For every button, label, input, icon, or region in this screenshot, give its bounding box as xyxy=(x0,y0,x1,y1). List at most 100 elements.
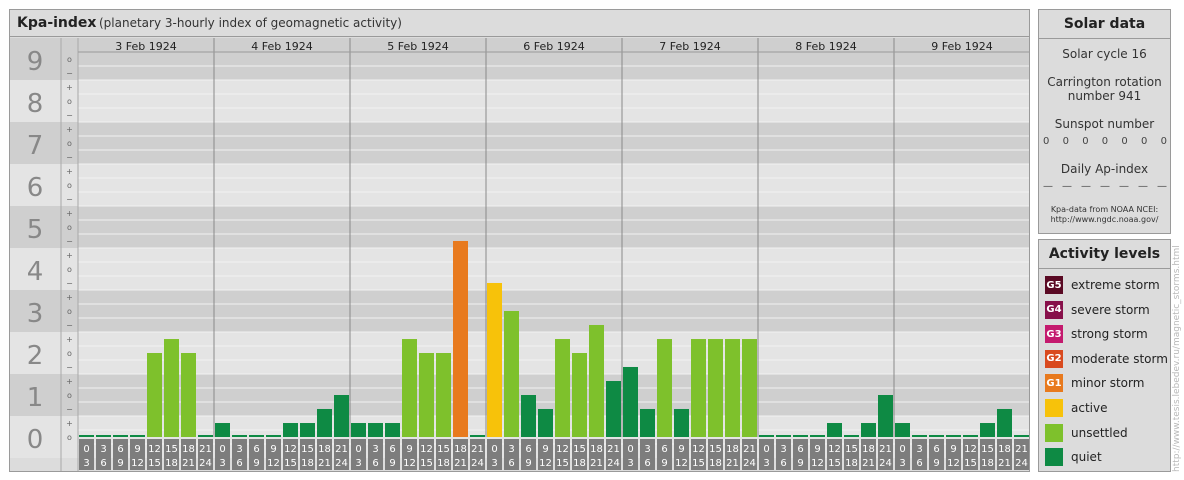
x-tick-label-start: 0 xyxy=(899,444,905,455)
x-tick-label-start: 6 xyxy=(933,444,939,455)
y-minor-label: − xyxy=(66,405,73,414)
activity-level-item: unsettled xyxy=(1045,423,1128,442)
sunspot-value: 0 xyxy=(1101,136,1109,147)
sunspot-value: 0 xyxy=(1082,136,1089,147)
chart-title: Kpa-index xyxy=(17,15,97,31)
kpa-bar xyxy=(555,339,570,437)
x-tick-label-start: 15 xyxy=(573,444,586,455)
y-minor-label: + xyxy=(66,209,73,218)
activity-level-item: quiet xyxy=(1045,448,1102,467)
kpa-bar xyxy=(402,339,417,437)
activity-level-label: unsettled xyxy=(1071,425,1128,440)
kpa-bar xyxy=(266,435,281,437)
kpa-bar xyxy=(963,435,978,437)
y-tick-label-9: 9 xyxy=(27,47,44,77)
y-tick-label-2: 2 xyxy=(27,341,44,371)
activity-level-item: G2 moderate storm xyxy=(1045,349,1168,368)
kpa-bar xyxy=(334,395,349,437)
y-minor-label: + xyxy=(66,377,73,386)
activity-level-swatch xyxy=(1045,399,1063,417)
y-minor-label: − xyxy=(66,279,73,288)
y-minor-label: − xyxy=(66,111,73,120)
x-tick-label-start: 18 xyxy=(454,444,467,455)
day-label: 4 Feb 1924 xyxy=(251,40,312,53)
kpa-bar xyxy=(844,435,859,437)
x-tick-label-end: 3 xyxy=(219,458,225,469)
x-tick-label-end: 21 xyxy=(726,458,739,469)
x-tick-label-start: 0 xyxy=(627,444,633,455)
y-minor-label: + xyxy=(66,125,73,134)
y-minor-label: − xyxy=(66,363,73,372)
x-tick-label-end: 24 xyxy=(335,458,348,469)
x-tick-label-end: 6 xyxy=(236,458,242,469)
kpa-bar xyxy=(521,395,536,437)
day-label: 7 Feb 1924 xyxy=(659,40,720,53)
kpa-bar xyxy=(1014,435,1029,437)
x-tick-label-end: 24 xyxy=(199,458,212,469)
x-tick-label-end: 18 xyxy=(981,458,994,469)
y-minor-label: o xyxy=(67,433,72,442)
chart-title-bar: Kpa-index (planetary 3-hourly index of g… xyxy=(10,10,1029,37)
x-tick-label-start: 6 xyxy=(117,444,123,455)
x-tick-label-start: 3 xyxy=(916,444,922,455)
activity-level-swatch xyxy=(1045,448,1063,467)
y-minor-label: o xyxy=(67,139,72,148)
x-tick-label-end: 21 xyxy=(182,458,195,469)
x-tick-label-end: 21 xyxy=(590,458,603,469)
band-1 xyxy=(10,374,1029,416)
solar-data-panel: Solar data Solar cycle 16 Carrington rot… xyxy=(1038,9,1171,234)
x-tick-label-start: 15 xyxy=(845,444,858,455)
x-tick-label-start: 15 xyxy=(301,444,314,455)
x-tick-label-end: 15 xyxy=(964,458,977,469)
x-tick-label-end: 3 xyxy=(763,458,769,469)
kpa-bar xyxy=(895,423,910,437)
x-tick-label-end: 6 xyxy=(644,458,650,469)
x-tick-label-start: 21 xyxy=(471,444,484,455)
kpa-bar xyxy=(623,366,638,437)
activity-level-label: extreme storm xyxy=(1071,278,1160,292)
y-minor-label: + xyxy=(66,251,73,260)
activity-level-swatch: G4 xyxy=(1045,300,1063,319)
sunspot-value: 0 xyxy=(1043,136,1050,147)
ap-index-value: — xyxy=(1043,181,1053,192)
kpa-bar xyxy=(912,435,927,437)
x-tick-label-start: 0 xyxy=(491,444,497,455)
ap-index-value: — xyxy=(1081,181,1091,192)
x-tick-label-start: 18 xyxy=(998,444,1011,455)
x-tick-label-start: 15 xyxy=(165,444,178,455)
x-tick-label-end: 3 xyxy=(627,458,633,469)
kpa-bar xyxy=(827,423,842,437)
x-tick-label-start: 3 xyxy=(780,444,786,455)
band-6 xyxy=(10,164,1029,206)
x-tick-label-start: 6 xyxy=(389,444,395,455)
kpa-bar xyxy=(487,282,502,437)
kpa-bar xyxy=(232,435,247,437)
y-tick-label-0: 0 xyxy=(27,425,44,455)
kpa-bar xyxy=(164,339,179,437)
y-minor-label: o xyxy=(67,181,72,190)
y-tick-label-5: 5 xyxy=(27,215,44,245)
x-tick-label-start: 21 xyxy=(199,444,212,455)
x-tick-label-start: 18 xyxy=(590,444,603,455)
x-tick-label-end: 3 xyxy=(355,458,361,469)
day-label: 5 Feb 1924 xyxy=(387,40,448,53)
x-tick-label-end: 21 xyxy=(454,458,467,469)
x-tick-label-end: 18 xyxy=(709,458,722,469)
x-tick-label-end: 3 xyxy=(83,458,89,469)
kpa-bar xyxy=(606,381,621,437)
kpa-bar xyxy=(504,311,519,437)
carrington-rotation-label: Carrington rotation xyxy=(1047,75,1162,89)
x-tick-label-end: 18 xyxy=(165,458,178,469)
x-tick-label-start: 3 xyxy=(372,444,378,455)
x-tick-label-end: 12 xyxy=(131,458,144,469)
kpa-chart-panel: 0 1 2 3 4 5 6 7 8 9 o + − o + − o + − o + − o + − o + − o + − o + − o + − o 3 … xyxy=(9,9,1030,472)
activity-levels-title: Activity levels xyxy=(1039,240,1170,269)
x-tick-label-end: 24 xyxy=(1015,458,1028,469)
activity-level-item: G1 minor storm xyxy=(1045,374,1144,393)
x-tick-label-start: 9 xyxy=(406,444,412,455)
kpa-bar xyxy=(96,435,111,437)
kpa-bar xyxy=(351,423,366,437)
ap-index-value: — xyxy=(1157,181,1167,192)
x-tick-label-start: 0 xyxy=(219,444,225,455)
kpa-bar xyxy=(215,423,230,437)
